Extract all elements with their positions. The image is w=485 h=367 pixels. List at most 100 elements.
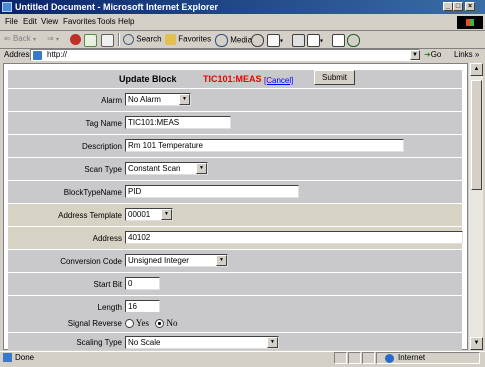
scan-type-label: Scan Type	[84, 165, 122, 174]
address-input[interactable]	[30, 49, 420, 61]
close-button[interactable]: ×	[465, 2, 475, 11]
favorites-icon	[165, 34, 176, 45]
conversion-code-select[interactable]: Unsigned Integer ▼	[125, 254, 228, 267]
forward-button[interactable]: ⇒ ▾	[47, 34, 59, 43]
alarm-select[interactable]: No Alarm ▼	[125, 93, 191, 106]
menu-file[interactable]: File	[5, 17, 18, 26]
address-template-label: Address Template	[58, 211, 122, 220]
status-cell	[348, 352, 361, 364]
address-template-row: Address Template 00001 ▼	[8, 204, 462, 226]
signal-reverse-yes-radio[interactable]	[125, 319, 134, 329]
form-tag: TIC101:MEAS	[203, 74, 262, 84]
menu-view[interactable]: View	[41, 17, 58, 26]
go-arrow-icon: ➜	[424, 50, 431, 59]
address-row: Address 40102	[8, 227, 463, 249]
messenger-icon	[347, 34, 360, 47]
signal-reverse-no-radio[interactable]	[155, 319, 165, 329]
title-bar: Untitled Document - Microsoft Internet E…	[0, 0, 485, 14]
cancel-link[interactable]: [Cancel]	[264, 76, 293, 85]
chevron-down-icon: ▼	[161, 209, 172, 220]
menu-favorites[interactable]: Favorites	[63, 17, 96, 26]
start-bit-input[interactable]: 0	[125, 277, 160, 290]
print-button[interactable]	[292, 34, 305, 47]
address-field-input[interactable]: 40102	[125, 231, 463, 244]
menu-tools[interactable]: Tools	[97, 17, 116, 26]
description-input[interactable]: Rm 101 Temperature	[125, 139, 404, 152]
discuss-button[interactable]	[332, 34, 345, 47]
signal-reverse-row-bg: Signal Reverse Yes No	[8, 312, 462, 332]
tag-name-row: Tag Name TIC101:MEAS	[8, 112, 462, 134]
status-cell	[362, 352, 375, 364]
edit-icon	[307, 34, 320, 47]
stop-button[interactable]	[70, 34, 81, 45]
scroll-thumb[interactable]	[471, 80, 482, 190]
chevron-down-icon: ▼	[267, 337, 278, 348]
address-template-select[interactable]: 00001 ▼	[125, 208, 173, 221]
alarm-row: Alarm No Alarm ▼	[8, 89, 462, 111]
block-type-label: BlockTypeName	[63, 188, 122, 197]
edit-button[interactable]: ▾	[307, 34, 323, 47]
signal-reverse-label: Signal Reverse	[67, 319, 122, 328]
block-type-row: BlockTypeName PID	[8, 181, 462, 203]
signal-reverse-no-label: No	[166, 318, 178, 328]
media-icon	[215, 34, 228, 47]
page-icon	[33, 51, 42, 60]
stop-icon	[70, 34, 81, 45]
scaling-type-row: Scaling Type No Scale ▼	[8, 333, 462, 350]
links-button[interactable]: Links »	[454, 50, 479, 59]
search-icon	[123, 34, 134, 45]
alarm-label: Alarm	[101, 96, 122, 105]
chevron-down-icon: ▼	[216, 255, 227, 266]
refresh-icon	[84, 34, 97, 47]
home-icon	[101, 34, 114, 47]
search-button[interactable]: Search	[123, 34, 162, 45]
back-button[interactable]: ⇐ Back ▾	[4, 34, 36, 43]
refresh-button[interactable]	[84, 34, 97, 47]
scaling-type-label: Scaling Type	[76, 338, 122, 347]
go-button[interactable]: ➜Go	[424, 50, 441, 59]
length-label: Length	[97, 303, 122, 312]
scroll-up-button[interactable]: ▲	[470, 63, 483, 76]
back-label: Back	[12, 34, 31, 43]
print-icon	[292, 34, 305, 47]
conversion-code-row: Conversion Code Unsigned Integer ▼	[8, 250, 462, 272]
page-done-icon	[3, 353, 12, 362]
block-type-input[interactable]: PID	[125, 185, 299, 198]
status-zone: Internet	[398, 353, 426, 362]
description-row: Description Rm 101 Temperature	[8, 135, 462, 157]
address-field-label: Address	[92, 234, 122, 243]
scan-type-row: Scan Type Constant Scan ▼	[8, 158, 462, 180]
favorites-button[interactable]: Favorites	[165, 34, 211, 45]
chevron-down-icon: ▼	[179, 94, 190, 105]
start-bit-row: Start Bit 0	[8, 273, 462, 295]
home-button[interactable]	[101, 34, 114, 47]
scroll-down-button[interactable]: ▼	[470, 337, 483, 350]
media-button[interactable]: Media	[215, 34, 252, 47]
maximize-button[interactable]: □	[453, 2, 463, 11]
ie-icon	[2, 2, 12, 12]
mail-button[interactable]: ▾	[267, 34, 283, 47]
windows-logo	[457, 16, 483, 29]
address-value: http://	[47, 50, 68, 59]
discuss-icon	[332, 34, 345, 47]
address-dropdown-button[interactable]: ▼	[410, 50, 420, 60]
scaling-type-select[interactable]: No Scale ▼	[125, 336, 279, 349]
submit-button[interactable]: Submit	[314, 70, 355, 85]
history-button[interactable]	[251, 34, 264, 47]
tag-name-input[interactable]: TIC101:MEAS	[125, 116, 231, 129]
internet-globe-icon	[385, 354, 394, 363]
chevron-down-icon: ▼	[196, 163, 207, 174]
window-title: Untitled Document - Microsoft Internet E…	[15, 2, 219, 12]
minimize-button[interactable]: _	[443, 2, 453, 11]
messenger-button[interactable]	[347, 34, 360, 47]
form-title: Update Block	[119, 74, 177, 84]
menu-help[interactable]: Help	[118, 17, 134, 26]
menu-edit[interactable]: Edit	[23, 17, 37, 26]
start-bit-label: Start Bit	[93, 280, 122, 289]
scan-type-select[interactable]: Constant Scan ▼	[125, 162, 208, 175]
toolbar-separator	[118, 33, 120, 46]
description-label: Description	[81, 142, 122, 151]
address-label: Address	[4, 50, 34, 59]
signal-reverse-yes-label: Yes	[135, 318, 150, 328]
status-cell	[334, 352, 347, 364]
